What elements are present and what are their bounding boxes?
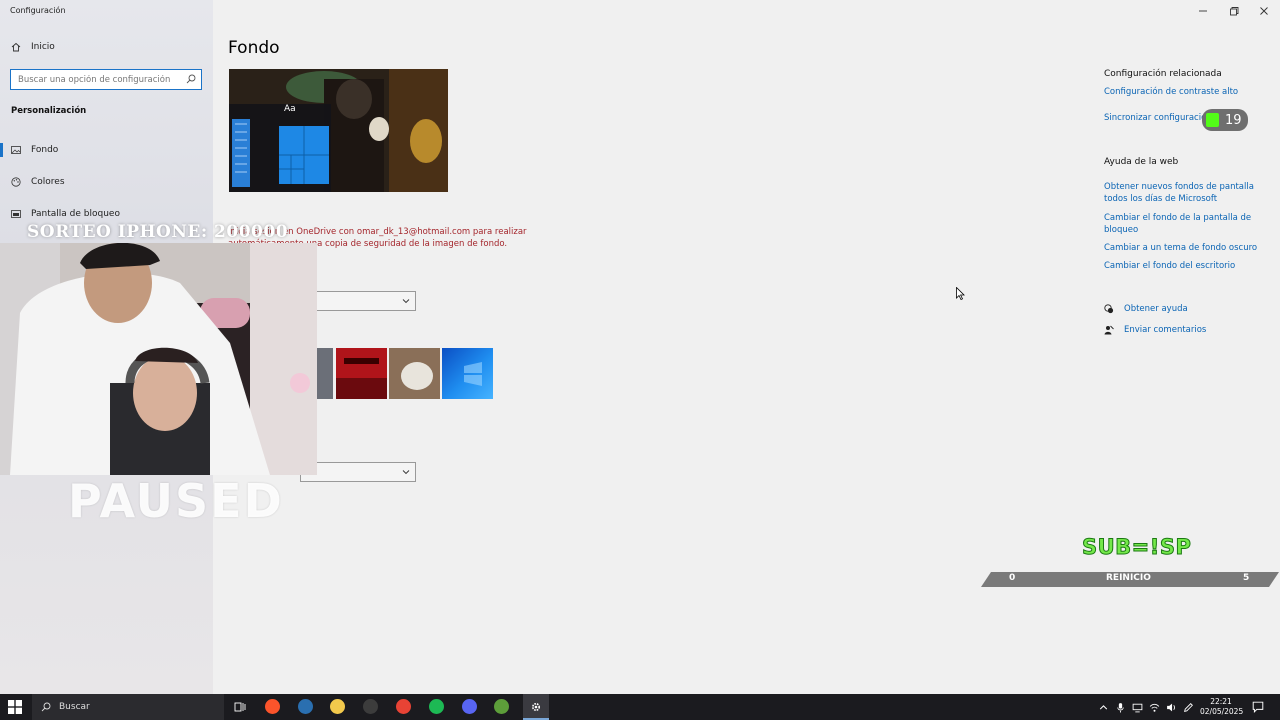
minimize-button[interactable] — [1196, 4, 1210, 18]
obs-icon[interactable] — [363, 699, 378, 714]
volume-icon[interactable] — [1166, 702, 1177, 713]
clock-date: 02/05/2025 — [1200, 707, 1244, 716]
taskbar-search-label: Buscar — [59, 702, 90, 712]
recent-image-thumbnail[interactable] — [316, 348, 333, 399]
progress-start-value: 0 — [1009, 573, 1016, 583]
sidebar-item-label: Pantalla de bloqueo — [31, 209, 120, 219]
clock-time: 22:21 — [1210, 697, 1232, 706]
recent-image-thumbnail[interactable] — [389, 348, 440, 399]
network-icon[interactable] — [1132, 702, 1143, 713]
sub-goal-text: SUB=!SP — [1081, 535, 1192, 560]
preview-start-menu — [229, 104, 331, 192]
chevron-down-icon — [402, 470, 410, 475]
taskbar-clock[interactable]: 22:21 02/05/2025 — [1200, 697, 1244, 717]
progress-label: REINICIO — [1106, 573, 1151, 583]
search-icon — [41, 702, 51, 712]
chat-help-icon — [1104, 304, 1114, 314]
windows-start-icon[interactable] — [8, 700, 22, 714]
steam-icon[interactable] — [298, 699, 313, 714]
spotify-icon[interactable] — [429, 699, 444, 714]
related-settings-title: Configuración relacionada — [1104, 69, 1222, 79]
wifi-icon[interactable] — [1149, 702, 1160, 713]
send-feedback-label: Enviar comentarios — [1124, 325, 1207, 335]
sidebar-item-label: Colores — [31, 177, 65, 187]
home-label: Inicio — [31, 42, 55, 52]
palette-icon — [11, 177, 21, 187]
sub-counter-badge: 19 — [1202, 109, 1248, 131]
page-title: Fondo — [228, 38, 280, 58]
notification-center-icon[interactable] — [1252, 701, 1264, 713]
minecraft-icon[interactable] — [494, 699, 509, 714]
lock-screen-icon — [11, 210, 21, 218]
image-icon — [11, 146, 21, 154]
webcam-overlay — [0, 243, 317, 475]
giveaway-overlay-text: SORTEO IPHONE: 200000 — [27, 222, 289, 242]
preview-tile-text: Aa — [284, 104, 296, 114]
background-preview: Aa — [229, 69, 448, 192]
folder-icon[interactable] — [330, 699, 345, 714]
settings-search-box[interactable] — [10, 69, 202, 90]
feedback-icon — [1104, 325, 1114, 335]
home-nav-item[interactable]: Inicio — [11, 42, 55, 52]
web-help-link[interactable]: Cambiar a un tema de fondo oscuro — [1104, 242, 1264, 254]
section-title: Personalización — [11, 106, 87, 116]
chrome-icon[interactable] — [396, 699, 411, 714]
sidebar-item-colores[interactable]: Colores — [0, 171, 213, 193]
recent-image-thumbnail[interactable] — [336, 348, 387, 399]
home-icon — [11, 42, 21, 52]
sidebar-item-fondo[interactable]: Fondo — [0, 139, 213, 161]
maximize-button[interactable] — [1227, 4, 1241, 18]
background-type-dropdown[interactable] — [300, 291, 416, 311]
chevron-down-icon — [402, 299, 410, 304]
fit-dropdown[interactable] — [300, 462, 416, 482]
web-help-link[interactable]: Cambiar el fondo del escritorio — [1104, 260, 1264, 272]
sub-count-value: 19 — [1225, 112, 1242, 128]
taskbar: Buscar 22:21 02/05/2025 — [0, 694, 1280, 720]
sub-goal-progress-bar: 0 REINICIO 5 — [981, 572, 1279, 587]
recent-image-thumbnail[interactable] — [442, 348, 493, 399]
web-help-title: Ayuda de la web — [1104, 157, 1179, 167]
taskbar-search-box[interactable]: Buscar — [32, 694, 224, 720]
settings-search-input[interactable] — [11, 70, 181, 89]
mouse-cursor-icon — [956, 287, 965, 300]
kick-icon — [1206, 113, 1219, 127]
microphone-icon[interactable] — [1115, 702, 1126, 713]
paused-overlay-text: PAUSED — [68, 474, 284, 528]
sidebar-item-label: Fondo — [31, 145, 59, 155]
task-view-icon[interactable] — [231, 698, 249, 716]
get-help-label: Obtener ayuda — [1124, 304, 1188, 314]
settings-icon[interactable] — [527, 698, 545, 716]
pen-icon[interactable] — [1183, 702, 1194, 713]
app-title: Configuración — [10, 6, 66, 15]
progress-end-value: 5 — [1243, 573, 1250, 583]
high-contrast-link[interactable]: Configuración de contraste alto — [1104, 86, 1264, 98]
get-help-link[interactable]: Obtener ayuda — [1104, 304, 1188, 314]
system-tray — [1098, 694, 1194, 720]
send-feedback-link[interactable]: Enviar comentarios — [1104, 325, 1206, 335]
web-help-link[interactable]: Obtener nuevos fondos de pantalla todos … — [1104, 181, 1264, 205]
discord-icon[interactable] — [462, 699, 477, 714]
search-icon[interactable] — [186, 74, 196, 84]
chevron-up-icon[interactable] — [1098, 702, 1109, 713]
close-button[interactable] — [1257, 4, 1271, 18]
brave-icon[interactable] — [265, 699, 280, 714]
web-help-link[interactable]: Cambiar el fondo de la pantalla de bloqu… — [1104, 212, 1264, 236]
